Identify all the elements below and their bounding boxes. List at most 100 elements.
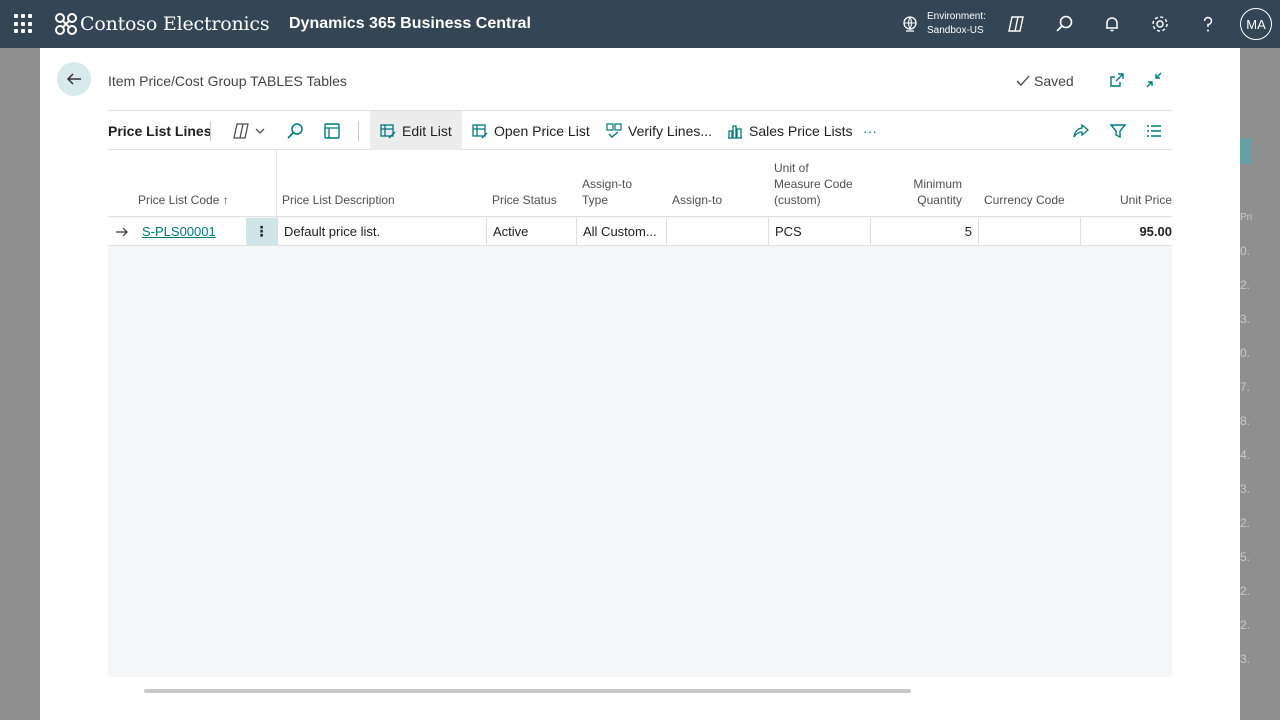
- column-label: Measure Code: [774, 177, 853, 191]
- background-value: 3.: [1240, 312, 1251, 326]
- share-button[interactable]: [1070, 120, 1092, 142]
- unit-of-measure-cell[interactable]: PCS: [768, 218, 870, 245]
- background-page-right: Pri 0. 2. 3. 0. 7. 8. 4. 3. 2. 5. 2. 2. …: [1240, 48, 1280, 720]
- verify-lines-icon: [606, 122, 622, 138]
- more-options-label: ···: [863, 122, 877, 139]
- currency-code-cell[interactable]: [978, 218, 1080, 245]
- brand-name: Contoso Electronics: [80, 13, 270, 35]
- sort-ascending-icon: ↑: [222, 193, 229, 207]
- filter-icon: [1109, 124, 1127, 139]
- background-value: 0.: [1240, 244, 1251, 258]
- sales-price-lists-icon: [728, 124, 742, 139]
- app-bar: Contoso Electronics Dynamics 365 Busines…: [0, 0, 1280, 48]
- copilot-dropdown-button[interactable]: [232, 120, 268, 142]
- saved-status: Saved: [1016, 73, 1074, 89]
- background-value: 2.: [1240, 584, 1251, 598]
- view-layout-icon: [324, 123, 340, 139]
- edit-list-button[interactable]: Edit List: [370, 111, 462, 150]
- open-price-list-button[interactable]: Open Price List: [462, 111, 600, 150]
- column-header-price-status[interactable]: Price Status: [492, 192, 557, 208]
- list-view-button[interactable]: [1143, 120, 1165, 142]
- row-actions-menu-button[interactable]: ⋮: [246, 218, 277, 245]
- brand-logo[interactable]: Contoso Electronics: [54, 12, 270, 36]
- row-indicator-arrow-icon: [108, 218, 136, 245]
- saved-label: Saved: [1034, 73, 1074, 89]
- assign-to-cell[interactable]: [666, 218, 768, 245]
- sales-price-lists-button[interactable]: Sales Price Lists: [717, 111, 862, 150]
- assign-to-type-cell[interactable]: All Custom...: [576, 218, 666, 245]
- edit-list-label: Edit List: [402, 122, 452, 139]
- background-value: 3.: [1240, 652, 1251, 666]
- search-icon[interactable]: [1052, 12, 1076, 36]
- filter-button[interactable]: [1107, 120, 1129, 142]
- page-title: Item Price/Cost Group TABLES Tables: [108, 73, 347, 89]
- column-label: Quantity: [917, 193, 962, 207]
- background-column-label: Pri: [1240, 212, 1253, 223]
- part-title: Price List Lines: [108, 123, 212, 139]
- sales-price-lists-label: Sales Price Lists: [749, 122, 853, 139]
- price-status-cell[interactable]: Active: [486, 218, 576, 245]
- horizontal-scrollbar[interactable]: [144, 689, 911, 693]
- notifications-bell-icon[interactable]: [1100, 12, 1124, 36]
- search-button[interactable]: [284, 120, 306, 142]
- column-header-unit-of-measure[interactable]: Unit of Measure Code (custom): [774, 160, 853, 208]
- divider: [210, 121, 211, 141]
- more-options-button[interactable]: ···: [853, 111, 887, 150]
- back-button[interactable]: [57, 62, 91, 96]
- background-page-highlight: [1240, 138, 1252, 164]
- user-avatar[interactable]: MA: [1240, 8, 1272, 40]
- unit-price-cell[interactable]: 95.00: [1080, 218, 1172, 245]
- column-header-assign-to[interactable]: Assign-to: [672, 192, 722, 208]
- contoso-logo-icon: [55, 13, 77, 35]
- open-new-window-icon[interactable]: [1107, 70, 1127, 90]
- background-value: 2.: [1240, 278, 1251, 292]
- personalize-view-button[interactable]: [321, 120, 343, 142]
- verify-lines-label: Verify Lines...: [628, 122, 713, 139]
- background-value: 2.: [1240, 516, 1251, 530]
- app-launcher-icon[interactable]: [14, 14, 34, 34]
- price-list-description-cell[interactable]: Default price list.: [277, 218, 487, 245]
- copilot-icon[interactable]: [1004, 12, 1028, 36]
- price-list-lines-grid: Price List Code ↑ Price List Description…: [108, 150, 1172, 677]
- background-value: 5.: [1240, 550, 1251, 564]
- grid-header: Price List Code ↑ Price List Description…: [108, 150, 1172, 217]
- environment-label: Environment:: [927, 11, 986, 22]
- environment-value: Sandbox-US: [927, 25, 984, 36]
- edit-list-icon: [380, 123, 396, 138]
- column-header-assign-to-type[interactable]: Assign-to Type: [582, 176, 632, 208]
- minimum-quantity-cell[interactable]: 5: [870, 218, 978, 245]
- column-header-price-list-code[interactable]: Price List Code ↑: [138, 192, 229, 208]
- background-value: 8.: [1240, 414, 1251, 428]
- column-label: Minimum: [913, 177, 962, 191]
- divider: [358, 121, 359, 141]
- background-value: 7.: [1240, 380, 1251, 394]
- column-label: Unit of: [774, 161, 809, 175]
- column-label: (custom): [774, 193, 821, 207]
- background-value: 0.: [1240, 346, 1251, 360]
- list-view-icon: [1147, 125, 1161, 137]
- product-name[interactable]: Dynamics 365 Business Central: [289, 15, 531, 33]
- environment-indicator[interactable]: Environment: Sandbox-US: [901, 10, 986, 38]
- environment-icon: [903, 16, 917, 32]
- settings-gear-icon[interactable]: [1148, 12, 1172, 36]
- open-price-list-label: Open Price List: [494, 122, 590, 139]
- background-value: 3.: [1240, 482, 1251, 496]
- help-icon[interactable]: [1196, 12, 1220, 36]
- column-header-price-list-description[interactable]: Price List Description: [282, 192, 395, 208]
- verify-lines-button[interactable]: Verify Lines...: [596, 111, 722, 150]
- checkmark-icon: [1016, 75, 1030, 86]
- collapse-icon[interactable]: [1144, 70, 1164, 90]
- action-bar: Price List Lines Edit List Open Price Li…: [108, 110, 1172, 150]
- arrow-left-icon: [66, 73, 81, 85]
- background-value: 4.: [1240, 448, 1251, 462]
- table-row[interactable]: S-PLS00001 ⋮ Default price list. Active …: [108, 218, 1172, 246]
- column-header-currency-code[interactable]: Currency Code: [984, 192, 1065, 208]
- background-value: 2.: [1240, 618, 1251, 632]
- column-label: Price List Code: [138, 193, 220, 207]
- open-price-list-icon: [472, 123, 488, 138]
- column-header-minimum-quantity[interactable]: Minimum Quantity: [898, 176, 962, 208]
- column-label: Type: [582, 193, 609, 207]
- column-header-unit-price[interactable]: Unit Price: [1108, 192, 1172, 208]
- price-list-code-link[interactable]: S-PLS00001: [136, 218, 246, 245]
- share-icon: [1073, 123, 1090, 138]
